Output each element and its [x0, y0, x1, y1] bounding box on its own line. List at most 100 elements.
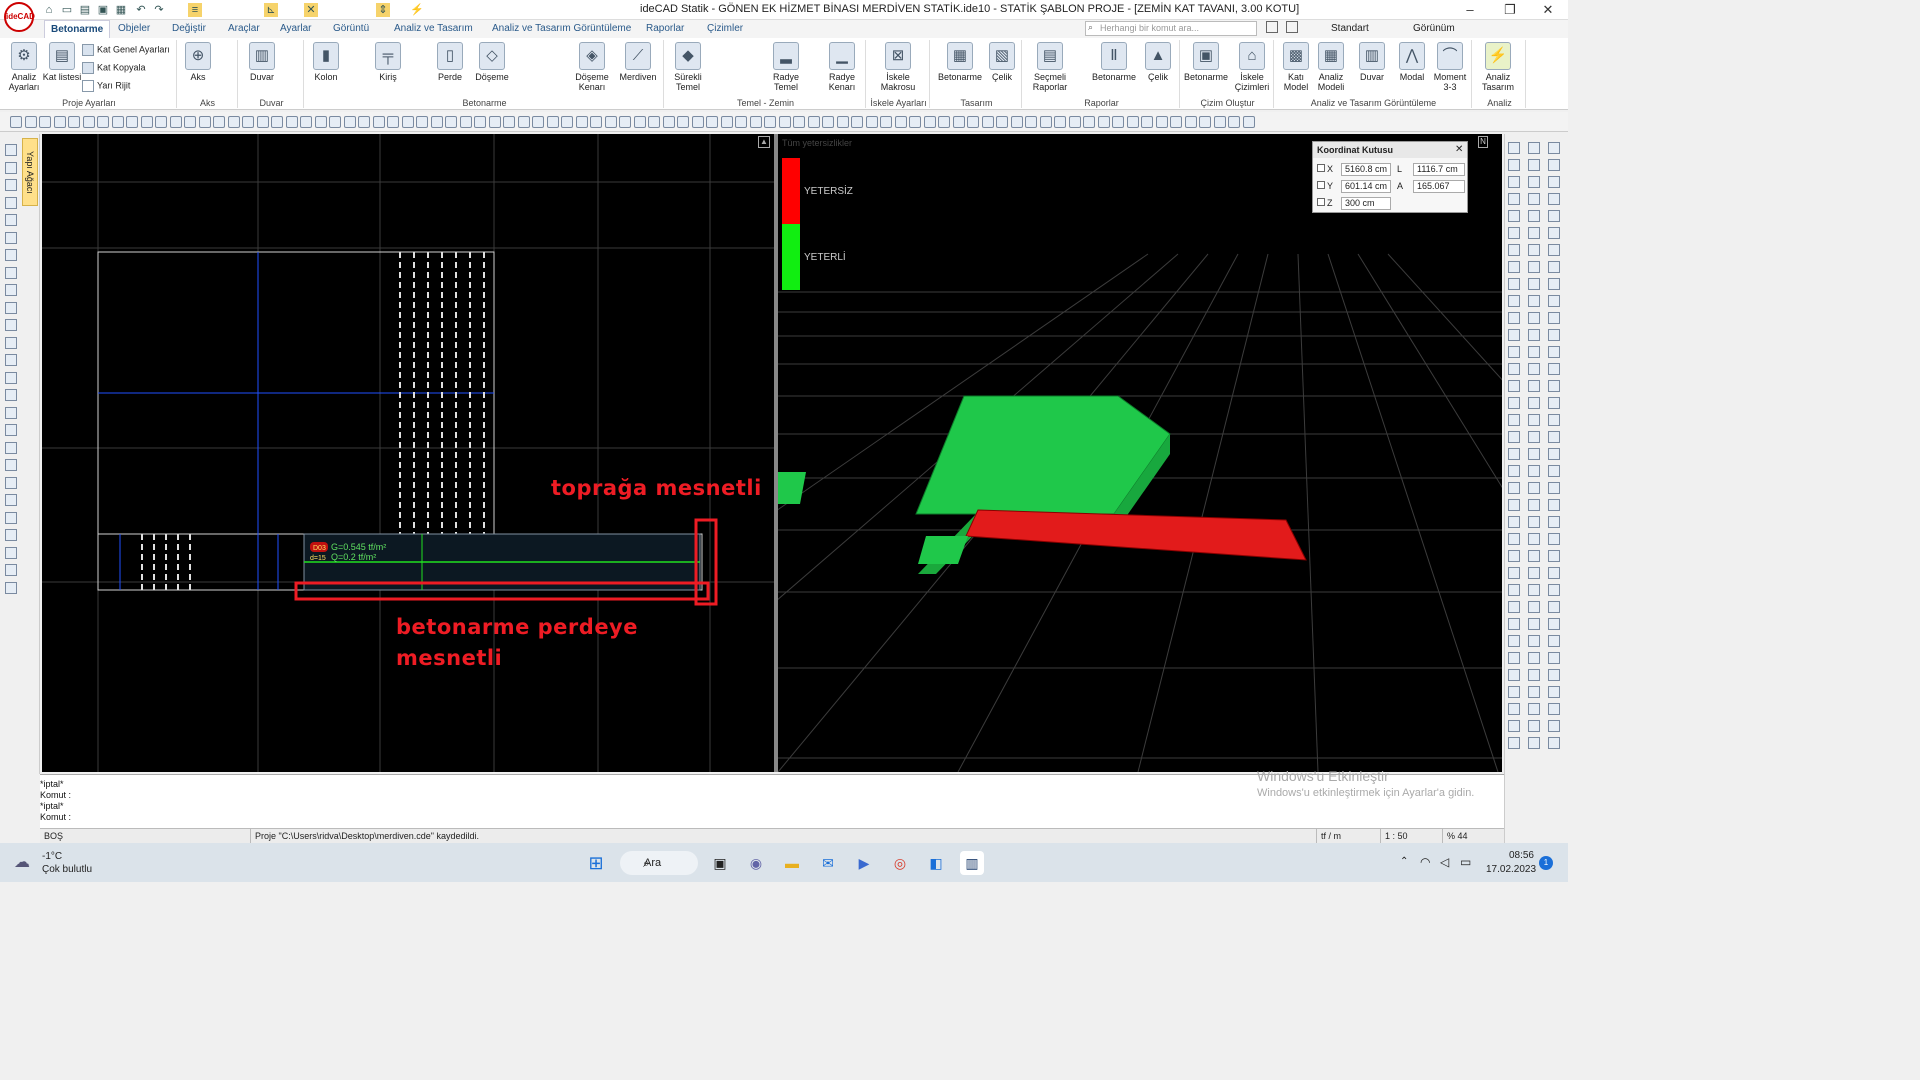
- home-icon[interactable]: ⌂: [42, 3, 56, 17]
- tab-araclar[interactable]: Araçlar: [222, 20, 266, 38]
- left-tool-icon[interactable]: [5, 546, 17, 559]
- toolbar-tool-icon[interactable]: [169, 116, 182, 128]
- right-tool-icon[interactable]: [1548, 176, 1560, 188]
- toolbar-tool-icon[interactable]: [140, 116, 153, 128]
- save-icon[interactable]: ▣: [96, 3, 110, 17]
- toolbar-tool-icon[interactable]: [1141, 116, 1153, 128]
- right-tool-icon[interactable]: [1508, 720, 1520, 732]
- right-tool-icon[interactable]: [1508, 295, 1520, 307]
- status-unit[interactable]: tf / m: [1316, 829, 1341, 844]
- toolbar-tool-icon[interactable]: [401, 116, 414, 128]
- toolbar-tool-icon[interactable]: [517, 116, 530, 128]
- toolbar-tool-icon[interactable]: [285, 116, 298, 128]
- toolbar-tool-icon[interactable]: [836, 116, 849, 128]
- lightning-icon[interactable]: ⚡: [410, 3, 424, 17]
- left-tool-icon[interactable]: [5, 161, 17, 174]
- toolbar-tool-icon[interactable]: [720, 116, 733, 128]
- doseme-button[interactable]: ◇ Döşeme: [472, 42, 512, 82]
- right-tool-icon[interactable]: [1528, 397, 1540, 409]
- toolbar-tool-icon[interactable]: [677, 116, 689, 128]
- right-tool-icon[interactable]: [1528, 210, 1540, 222]
- right-tool-icon[interactable]: [1508, 550, 1520, 562]
- maximize-button[interactable]: ❐: [1490, 0, 1530, 20]
- toolbar-tool-icon[interactable]: [1083, 116, 1095, 128]
- toolbar-tool-icon[interactable]: [430, 116, 443, 128]
- right-tool-icon[interactable]: [1528, 244, 1540, 256]
- right-tool-icon[interactable]: [1508, 482, 1520, 494]
- right-tool-icon[interactable]: [1548, 193, 1560, 205]
- right-tool-icon[interactable]: [1548, 431, 1560, 443]
- left-tool-icon[interactable]: [5, 354, 17, 366]
- toolbar-tool-icon[interactable]: [68, 116, 80, 128]
- l-field[interactable]: 1116.7 cm: [1413, 163, 1465, 176]
- app-logo[interactable]: ideCAD: [4, 2, 35, 32]
- right-tool-icon[interactable]: [1548, 244, 1560, 256]
- right-tool-icon[interactable]: [1528, 227, 1540, 239]
- left-tool-icon[interactable]: [5, 406, 17, 419]
- toolbar-tool-icon[interactable]: [474, 116, 486, 128]
- right-tool-icon[interactable]: [1548, 499, 1560, 511]
- plan-drawing[interactable]: D03 d=15 G=0.545 tf/m² Q=0.2 tf/m²: [42, 134, 774, 772]
- left-tool-icon[interactable]: [5, 319, 17, 331]
- merdiven-button[interactable]: ⟋ Merdiven: [618, 42, 658, 82]
- right-tool-icon[interactable]: [1528, 720, 1540, 732]
- right-tool-icon[interactable]: [1508, 363, 1520, 375]
- toolbar-tool-icon[interactable]: [329, 116, 341, 128]
- toolbar-tool-icon[interactable]: [619, 116, 631, 128]
- kat-kopyala-button[interactable]: Kat Kopyala: [82, 62, 146, 74]
- save-as-icon[interactable]: ▦: [114, 3, 128, 17]
- right-tool-icon[interactable]: [1528, 278, 1540, 290]
- windows-start-icon[interactable]: ⊞: [584, 851, 608, 875]
- right-tool-icon[interactable]: [1548, 278, 1560, 290]
- right-tool-icon[interactable]: [1508, 567, 1520, 579]
- right-tool-icon[interactable]: [1548, 414, 1560, 426]
- x-field[interactable]: 5160.8 cm: [1341, 163, 1391, 176]
- right-tool-icon[interactable]: [1508, 414, 1520, 426]
- right-tool-icon[interactable]: [1548, 618, 1560, 630]
- toolbar-tool-icon[interactable]: [213, 116, 225, 128]
- toolbar-tool-icon[interactable]: [764, 116, 776, 128]
- toolbar-tool-icon[interactable]: [735, 116, 747, 128]
- right-tool-icon[interactable]: [1528, 346, 1540, 358]
- right-tool-icon[interactable]: [1508, 669, 1520, 681]
- snap-icon[interactable]: ⊾: [264, 3, 278, 17]
- right-tool-icon[interactable]: [1508, 380, 1520, 392]
- tasarim-celik-button[interactable]: ▧ Çelik: [982, 42, 1022, 82]
- 3d-drawing[interactable]: [778, 134, 1502, 772]
- toolbar-tool-icon[interactable]: [10, 116, 22, 128]
- z-field[interactable]: 300 cm: [1341, 197, 1391, 210]
- kat-listesi-button[interactable]: ▤ Kat listesi: [42, 42, 82, 82]
- duvar-button[interactable]: ▥ Duvar: [242, 42, 282, 82]
- right-tool-icon[interactable]: [1528, 329, 1540, 341]
- analiz-modeli-button[interactable]: ▦ Analiz Modeli: [1312, 42, 1350, 92]
- 3d-view[interactable]: Tüm yetersizlikler YETERSİZ YETERLİ N: [778, 134, 1502, 772]
- right-tool-icon[interactable]: [1548, 567, 1560, 579]
- right-tool-icon[interactable]: [1528, 737, 1540, 749]
- right-tool-icon[interactable]: [1548, 159, 1560, 171]
- toolbar-tool-icon[interactable]: [546, 116, 559, 128]
- left-tool-icon[interactable]: [5, 249, 17, 261]
- right-tool-icon[interactable]: [1548, 669, 1560, 681]
- right-tool-icon[interactable]: [1508, 142, 1520, 154]
- toolbar-tool-icon[interactable]: [53, 116, 66, 128]
- toolbar-tool-icon[interactable]: [894, 116, 907, 128]
- right-tool-icon[interactable]: [1548, 584, 1560, 596]
- right-tool-icon[interactable]: [1508, 601, 1520, 613]
- right-tool-icon[interactable]: [1508, 448, 1520, 460]
- yari-rijit-checkbox[interactable]: Yarı Rijit: [82, 80, 130, 92]
- toolbar-tool-icon[interactable]: [706, 116, 718, 128]
- redo-icon[interactable]: ↷: [152, 3, 166, 17]
- tab-analiz-goruntuleme[interactable]: Analiz ve Tasarım Görüntüleme: [486, 20, 637, 38]
- right-tool-icon[interactable]: [1528, 652, 1540, 664]
- right-tool-icon[interactable]: [1528, 431, 1540, 443]
- toolbar-tool-icon[interactable]: [691, 116, 704, 128]
- analiz-ayarlari-button[interactable]: ⚙ Analiz Ayarları: [4, 42, 44, 92]
- right-tool-icon[interactable]: [1548, 346, 1560, 358]
- toolbar-tool-icon[interactable]: [1025, 116, 1037, 128]
- toolbar-tool-icon[interactable]: [503, 116, 515, 128]
- toolbar-tool-icon[interactable]: [24, 116, 37, 128]
- toolbar-tool-icon[interactable]: [1126, 116, 1139, 128]
- right-tool-icon[interactable]: [1528, 482, 1540, 494]
- toolbar-tool-icon[interactable]: [1242, 116, 1255, 128]
- yapi-agaci-tab[interactable]: Yapı Ağacı: [22, 138, 38, 206]
